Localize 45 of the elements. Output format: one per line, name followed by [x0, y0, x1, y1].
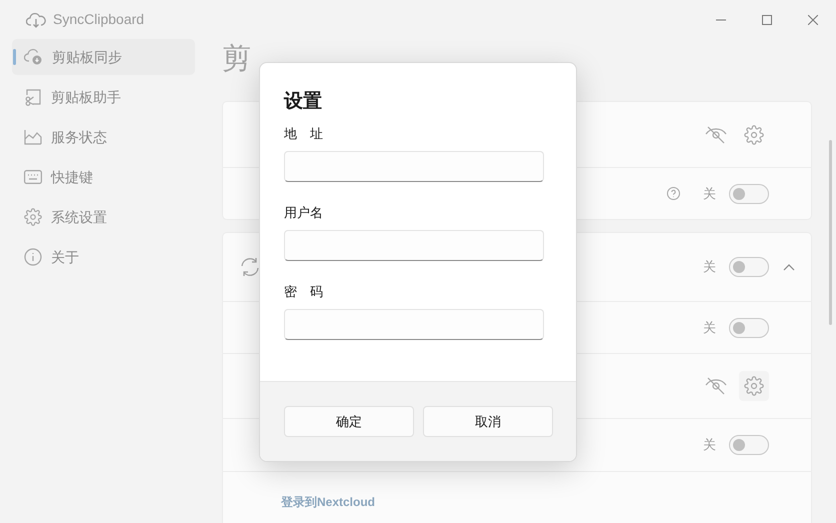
dialog-title: 设置 — [284, 90, 323, 114]
cloud-download-icon — [24, 48, 43, 66]
field-label: 密 码 — [284, 283, 323, 301]
settings-icon — [24, 208, 42, 226]
keyboard-icon — [24, 170, 42, 184]
toggle-state-label: 关 — [703, 436, 716, 454]
maximize-icon — [762, 14, 772, 24]
toggle-state-label: 关 — [703, 184, 716, 203]
field-label: 用户名 — [284, 204, 323, 222]
app-title: SyncClipboard — [53, 10, 144, 29]
toggle-switch[interactable] — [729, 318, 769, 338]
area-chart-icon — [24, 129, 42, 145]
toggle-switch[interactable] — [729, 257, 769, 277]
toggle-switch[interactable] — [729, 435, 769, 455]
input-field[interactable] — [284, 230, 544, 261]
toggle-state-label: 关 — [703, 318, 716, 337]
settings-button[interactable] — [739, 371, 769, 401]
toggle-state-label: 关 — [703, 258, 716, 276]
info-icon — [24, 248, 42, 266]
sync-icon — [239, 256, 261, 278]
input-field[interactable] — [284, 151, 544, 182]
nav-item[interactable]: 剪贴板同步 — [12, 39, 195, 75]
page-title: 剪 — [222, 42, 252, 77]
eye-off-icon — [705, 376, 727, 396]
selection-indicator — [13, 49, 16, 65]
nav-item[interactable]: 系统设置 — [12, 199, 195, 235]
scrollbar[interactable] — [829, 140, 832, 325]
input-field[interactable] — [284, 309, 544, 340]
settings-icon — [744, 376, 764, 396]
toggle-switch[interactable] — [729, 184, 769, 204]
cloud-sync-icon — [26, 10, 46, 28]
nav-item[interactable]: 关于 — [12, 239, 195, 275]
settings-icon — [744, 124, 764, 144]
nav-item[interactable]: 剪贴板助手 — [12, 79, 195, 115]
nav-item[interactable]: 快捷键 — [12, 159, 195, 195]
login-link[interactable]: 登录到Nextcloud — [281, 492, 376, 510]
eye-off-icon — [705, 124, 727, 144]
nav-item[interactable]: 服务状态 — [12, 119, 195, 155]
close-icon — [808, 14, 818, 24]
chevron-up-icon[interactable] — [783, 263, 795, 271]
cancel-button[interactable]: 取消 — [423, 406, 553, 437]
help-icon[interactable] — [667, 187, 680, 200]
scissors-icon — [24, 88, 42, 106]
field-label: 地 址 — [284, 125, 323, 143]
confirm-button[interactable]: 确定 — [284, 406, 414, 437]
